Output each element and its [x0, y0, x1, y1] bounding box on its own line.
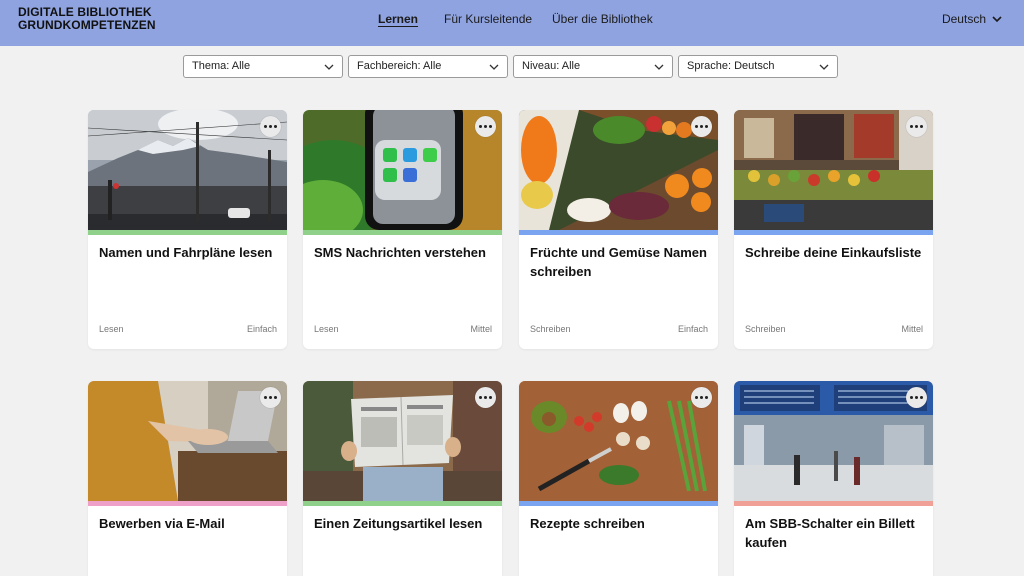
card-level: Einfach	[246, 324, 277, 334]
more-options-button[interactable]	[475, 387, 496, 408]
course-card[interactable]: Einen Zeitungsartikel lesen	[303, 381, 502, 576]
language-selector[interactable]: Deutsch	[942, 12, 1002, 26]
nav-link-ueber-bibliothek[interactable]: Über die Bibliothek	[552, 12, 653, 26]
card-title: Namen und Fahrpläne lesen	[99, 245, 273, 260]
language-label: Deutsch	[941, 12, 986, 26]
filter-niveau-label: Niveau: Alle	[522, 60, 581, 72]
course-card[interactable]: Namen und Fahrpläne lesen Lesen Einfach	[88, 110, 287, 349]
card-level: Einfach	[677, 324, 708, 334]
top-navigation-bar: DIGITALE BIBLIOTHEK GRUNDKOMPETENZEN Ler…	[0, 0, 1024, 46]
card-title: Schreibe deine Einkaufsliste	[745, 245, 922, 260]
filter-fachbereich[interactable]: Fachbereich: Alle	[348, 55, 508, 78]
chevron-down-icon	[324, 64, 334, 70]
more-options-button[interactable]	[691, 116, 712, 137]
smartphone-photo	[303, 110, 502, 230]
more-options-button[interactable]	[906, 116, 927, 137]
nav-link-lernen[interactable]: Lernen	[378, 12, 418, 26]
more-options-button[interactable]	[906, 387, 927, 408]
cooking-ingredients-photo	[519, 381, 718, 501]
filter-thema-label: Thema: Alle	[192, 60, 251, 72]
category-color-bar	[88, 230, 287, 235]
more-options-button[interactable]	[260, 387, 281, 408]
fruit-platter-photo	[519, 110, 718, 230]
category-color-bar	[303, 230, 502, 235]
filter-sprache-label: Sprache: Deutsch	[687, 60, 775, 72]
filter-sprache[interactable]: Sprache: Deutsch	[678, 55, 838, 78]
filter-fachbereich-label: Fachbereich: Alle	[357, 60, 442, 72]
card-category: Lesen	[99, 324, 124, 334]
course-card[interactable]: Am SBB-Schalter ein Billett kaufen	[734, 381, 933, 576]
card-title: Früchte und Gemüse Namen schreiben	[530, 245, 707, 279]
chevron-down-icon	[654, 64, 664, 70]
card-title: SMS Nachrichten verstehen	[314, 245, 486, 260]
card-category: Schreiben	[745, 324, 786, 334]
main-navigation: Lernen Für Kursleitende Über die Bibliot…	[0, 12, 1024, 28]
laptop-typing-photo	[88, 381, 287, 501]
filter-thema[interactable]: Thema: Alle	[183, 55, 343, 78]
card-category: Schreiben	[530, 324, 571, 334]
course-card[interactable]: Früchte und Gemüse Namen schreiben Schre…	[519, 110, 718, 349]
train-station-photo	[734, 381, 933, 501]
newspaper-photo	[303, 381, 502, 501]
mountain-street-photo	[88, 110, 287, 230]
card-category: Lesen	[314, 324, 339, 334]
nav-link-kursleitende[interactable]: Für Kursleitende	[444, 12, 532, 26]
course-card[interactable]: Bewerben via E-Mail	[88, 381, 287, 576]
category-color-bar	[519, 230, 718, 235]
card-title: Einen Zeitungsartikel lesen	[314, 516, 483, 531]
course-card[interactable]: Schreibe deine Einkaufsliste Schreiben M…	[734, 110, 933, 349]
course-card[interactable]: SMS Nachrichten verstehen Lesen Mittel	[303, 110, 502, 349]
category-color-bar	[734, 501, 933, 506]
more-options-button[interactable]	[691, 387, 712, 408]
card-title: Rezepte schreiben	[530, 516, 645, 531]
chevron-down-icon	[489, 64, 499, 70]
course-card[interactable]: Rezepte schreiben	[519, 381, 718, 576]
category-color-bar	[88, 501, 287, 506]
card-level: Mittel	[470, 324, 492, 334]
card-title: Am SBB-Schalter ein Billett kaufen	[745, 516, 915, 550]
market-stall-photo	[734, 110, 933, 230]
category-color-bar	[734, 230, 933, 235]
category-color-bar	[303, 501, 502, 506]
more-options-button[interactable]	[475, 116, 496, 137]
filter-niveau[interactable]: Niveau: Alle	[513, 55, 673, 78]
more-options-button[interactable]	[260, 116, 281, 137]
category-color-bar	[519, 501, 718, 506]
card-title: Bewerben via E-Mail	[99, 516, 225, 531]
chevron-down-icon	[819, 64, 829, 70]
card-level: Mittel	[901, 324, 923, 334]
chevron-down-icon	[992, 16, 1002, 23]
